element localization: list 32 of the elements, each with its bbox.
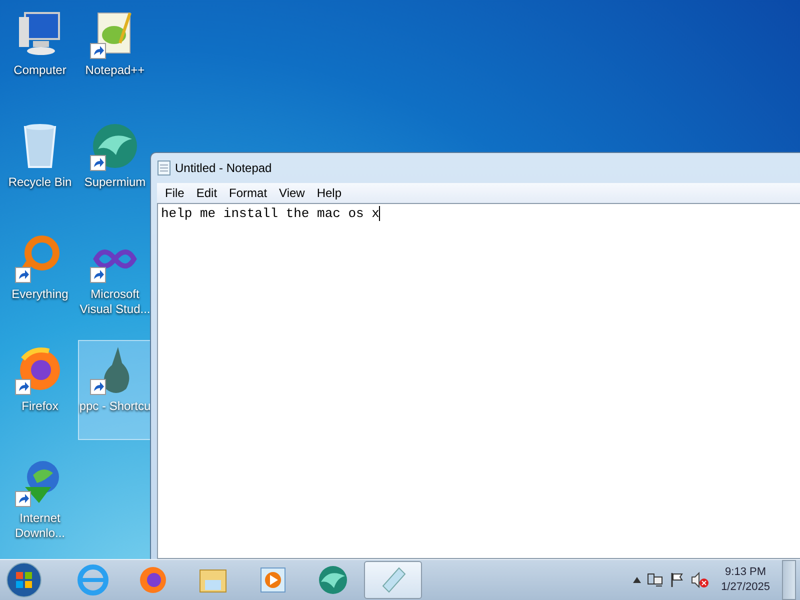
network-icon[interactable] [647,572,664,588]
menu-item[interactable]: View [273,183,311,203]
desktop-icon[interactable]: Computer [2,4,78,104]
desktop-icon[interactable]: Recycle Bin [2,116,78,216]
menu-item[interactable]: Edit [190,183,224,203]
icon-label: Recycle Bin [7,175,73,190]
icon-label: Notepad++ [84,63,146,78]
text-area[interactable]: help me install the mac os x [157,203,800,559]
desktop-icon[interactable]: Everything [2,228,78,328]
menu-item[interactable]: Format [223,183,274,203]
desktop-icon[interactable]: Supermium [78,116,152,216]
flag-icon[interactable] [669,572,686,588]
desktop-icon[interactable]: Notepad++ [78,4,152,104]
desktop-icon[interactable]: Microsoft Visual Stud... [78,228,152,328]
icon-label: Firefox [20,399,60,414]
icon-label: Supermium [83,175,147,190]
show-desktop-button[interactable] [782,560,796,600]
show-hidden-icons-icon[interactable] [633,577,642,583]
icon-label: Computer [12,63,68,78]
menu-item[interactable]: File [159,183,190,203]
clock[interactable]: 9:13 PM 1/27/2025 [715,565,776,595]
notepad-icon[interactable] [364,561,422,599]
speaker-icon[interactable] [691,572,710,588]
icon-label: Internet Downlo... [14,511,66,541]
icon-label: ppc - Shortcu [79,399,151,414]
icon-label: Microsoft Visual Stud... [79,287,151,317]
desktop-icon[interactable]: Firefox [2,340,78,440]
window-title: Untitled - Notepad [175,161,272,175]
start-button[interactable] [4,561,44,599]
icon-label: Everything [10,287,70,302]
menu-item[interactable]: Help [310,183,348,203]
notepad-icon [157,160,171,176]
